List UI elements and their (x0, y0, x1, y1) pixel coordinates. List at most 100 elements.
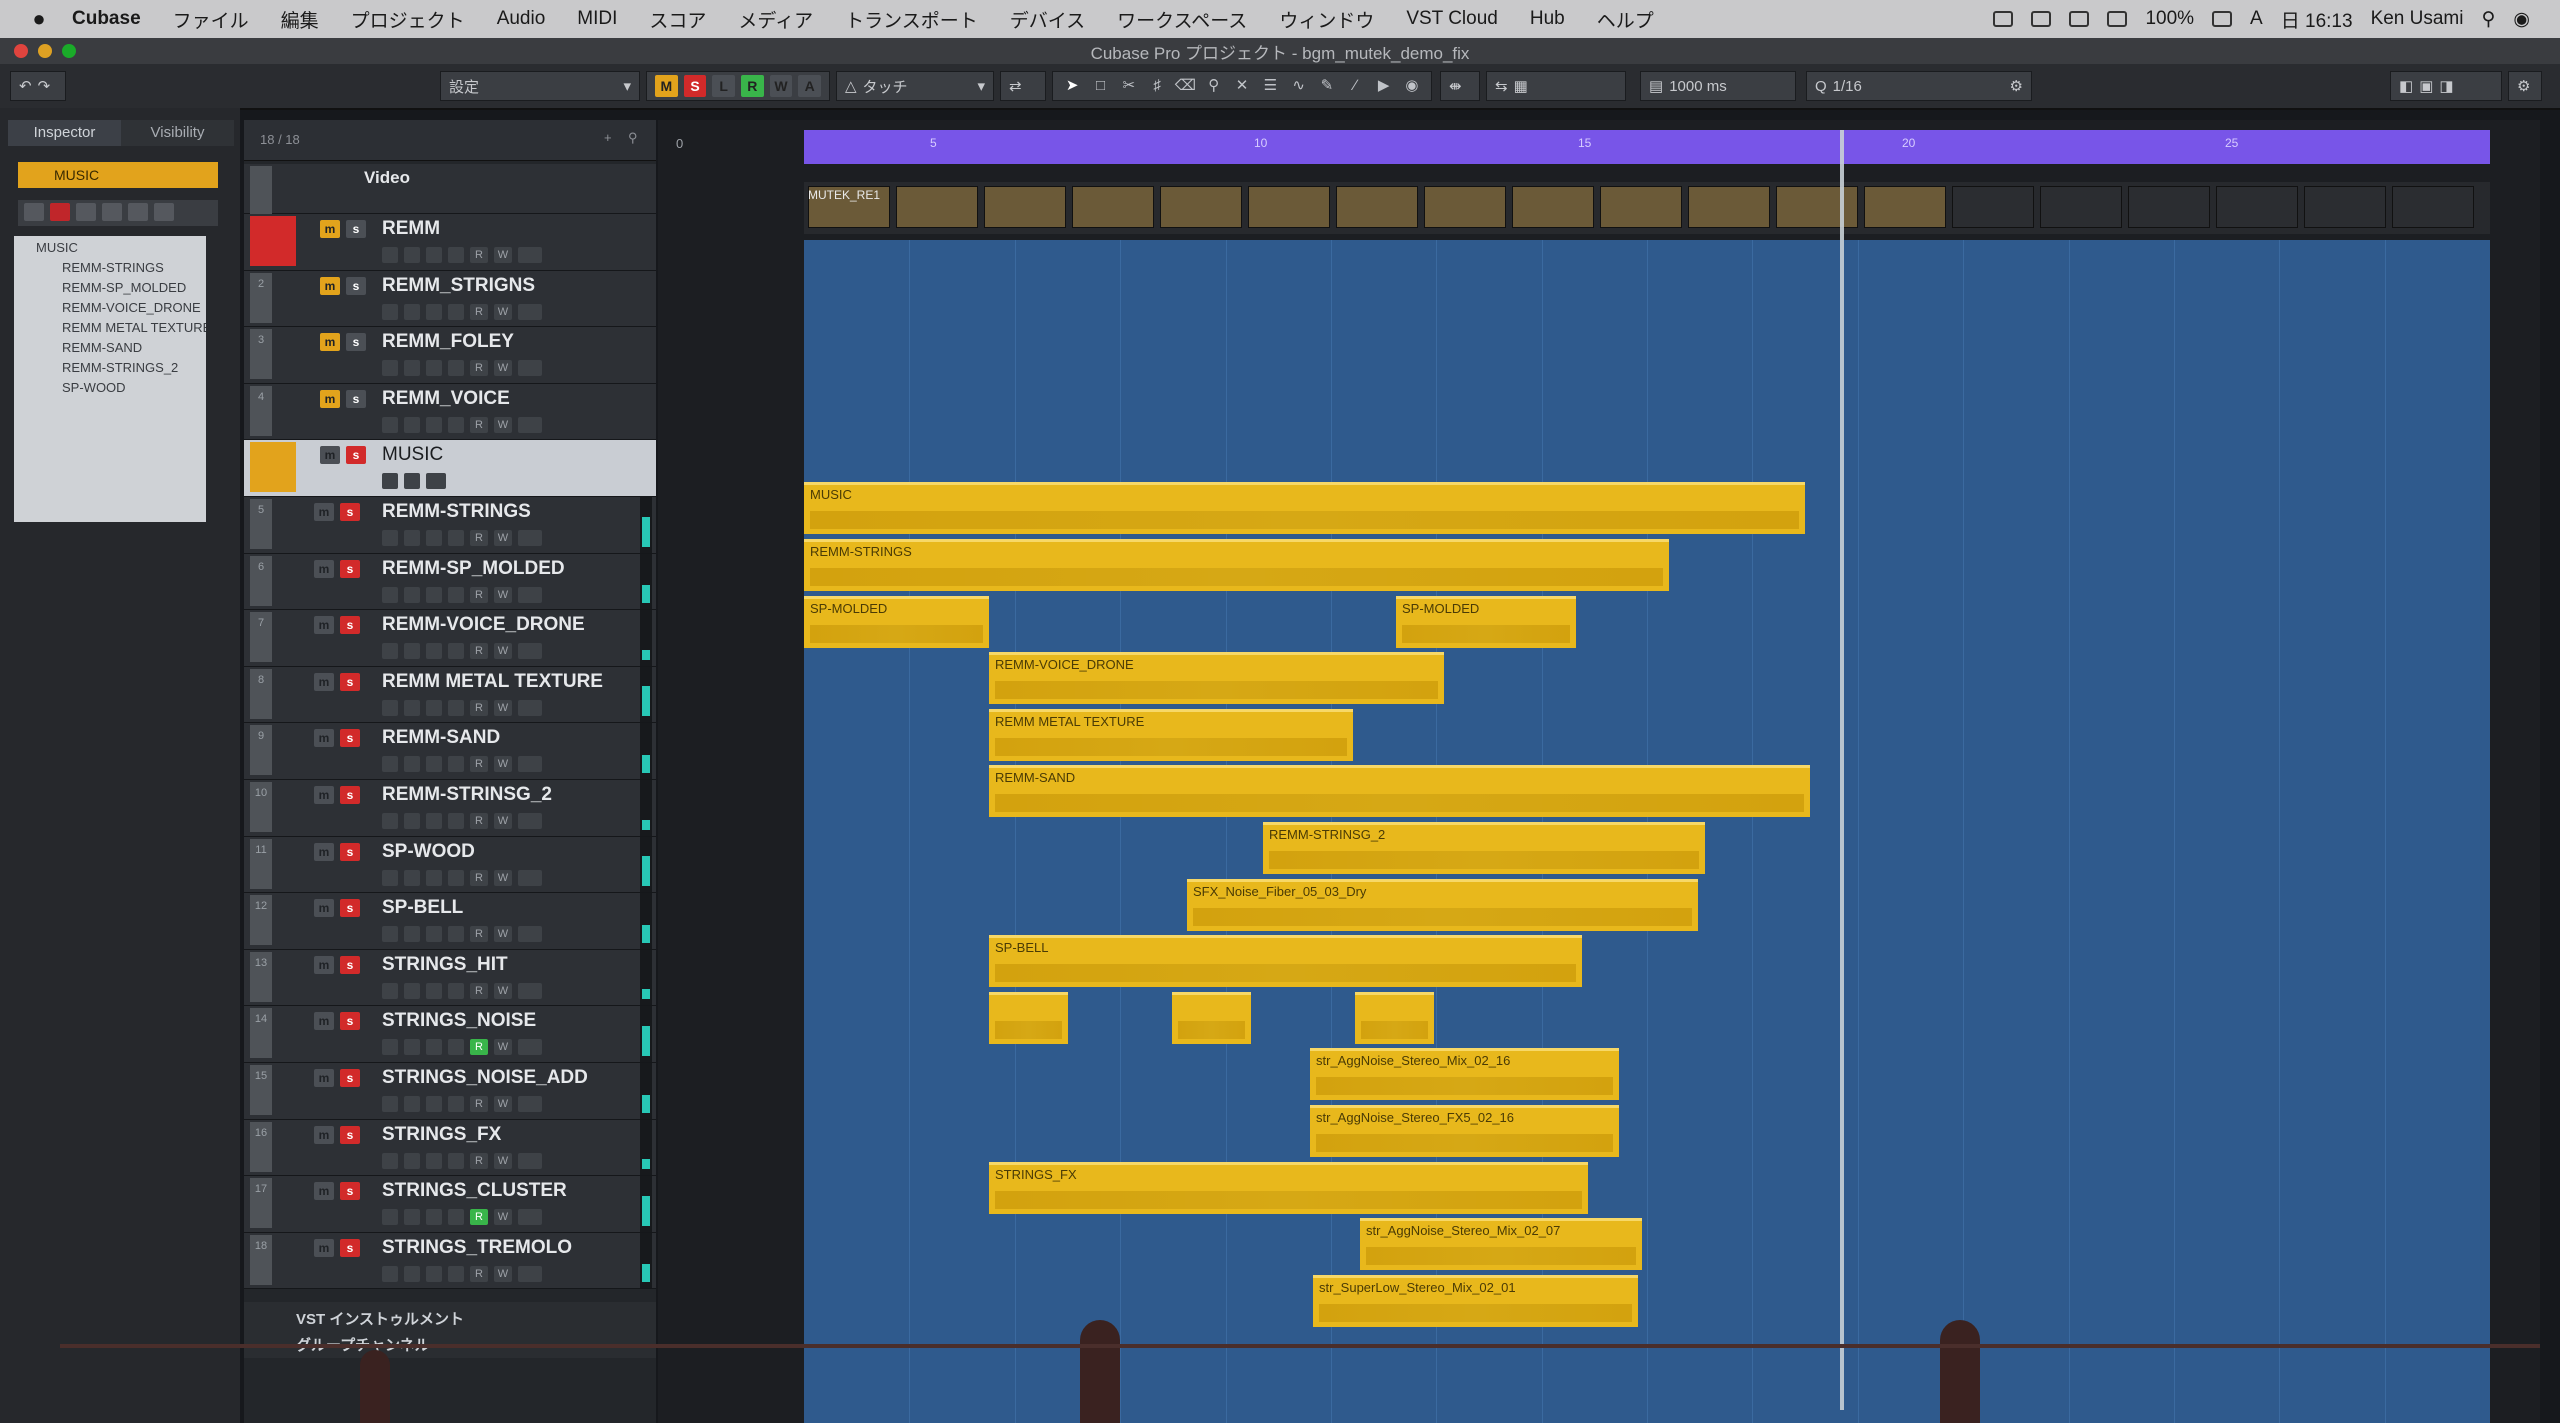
folder-item[interactable]: SP-WOOD (14, 377, 206, 397)
record-enable-icon[interactable] (382, 1039, 398, 1056)
edit-channel-button[interactable] (518, 1152, 542, 1169)
lanes-icon[interactable] (448, 1265, 464, 1282)
monitor-icon[interactable] (404, 1209, 420, 1226)
read-automation-button[interactable]: R (470, 926, 488, 943)
lanes-icon[interactable] (448, 1039, 464, 1056)
automation-mode-selector[interactable]: △ タッチ ▾ (836, 71, 994, 101)
channel-settings-icon[interactable] (426, 869, 442, 886)
mute-button[interactable]: m (320, 333, 340, 352)
mute-button[interactable]: m (314, 503, 334, 521)
track-name[interactable]: REMM-VOICE_DRONE (382, 614, 585, 636)
read-automation-button[interactable]: R (470, 869, 488, 886)
track-row-19[interactable]: 17 m s STRINGS_CLUSTER R W (244, 1176, 656, 1233)
dropbox-icon[interactable] (1993, 11, 2014, 27)
read-automation-button[interactable]: R (470, 756, 488, 773)
monitor-icon[interactable] (404, 1039, 420, 1056)
track-name[interactable]: STRINGS_TREMOLO (382, 1237, 572, 1259)
track-row-17[interactable]: 15 m s STRINGS_NOISE_ADD R W (244, 1063, 656, 1120)
monitor-icon[interactable] (404, 982, 420, 999)
audio-event[interactable]: REMM-SAND (989, 765, 1810, 817)
spotlight-icon[interactable]: ⚲ (2481, 8, 2495, 31)
edit-channel-button[interactable] (518, 1265, 542, 1282)
solo-button[interactable]: s (340, 899, 360, 918)
track-row-8[interactable]: 6 m s REMM-SP_MOLDED R W (244, 553, 656, 611)
monitor-icon[interactable] (404, 926, 420, 943)
range-selection-tool-icon[interactable]: □ (1089, 75, 1111, 97)
solo-button[interactable]: s (346, 276, 366, 295)
lanes-icon[interactable] (448, 869, 464, 886)
edit-channel-button[interactable] (518, 869, 542, 886)
track-name[interactable]: REMM-STRINSG_2 (382, 784, 552, 806)
quantize-settings-icon[interactable]: ⚙ (2010, 77, 2023, 95)
solo-button[interactable]: s (346, 446, 366, 465)
mute-button[interactable]: m (314, 1012, 334, 1031)
menu-help[interactable]: ヘルプ (1581, 6, 1670, 33)
read-automation-button[interactable]: R (470, 416, 488, 433)
mute-button[interactable]: m (314, 1182, 334, 1201)
monitor-icon[interactable] (404, 416, 420, 433)
monitor-icon[interactable] (404, 699, 420, 716)
play-tool-icon[interactable]: ▶ (1372, 75, 1394, 97)
track-name[interactable]: MUSIC (382, 444, 443, 466)
monitor-icon[interactable] (404, 360, 420, 377)
edit-channel-button[interactable] (518, 699, 542, 716)
track-row-4[interactable]: 3 m s REMM_FOLEY R W (244, 327, 656, 384)
solo-button[interactable]: s (340, 503, 360, 521)
color-tool-icon[interactable]: ◉ (1401, 75, 1423, 97)
menu-transport[interactable]: トランスポート (829, 6, 994, 33)
edit-channel-button[interactable] (518, 813, 542, 829)
track-row-9[interactable]: 7 m s REMM-VOICE_DRONE R W (244, 610, 656, 667)
channel-settings-icon[interactable] (426, 643, 442, 660)
write-automation-button[interactable]: W (494, 1152, 512, 1169)
lanes-icon[interactable] (448, 530, 464, 546)
tab-visibility[interactable]: Visibility (121, 120, 234, 146)
audio-event[interactable]: REMM-VOICE_DRONE (989, 652, 1444, 704)
write-automation-button[interactable]: W (494, 926, 512, 943)
audio-event[interactable]: REMM-STRINSG_2 (1263, 822, 1705, 874)
input-source[interactable]: A (2250, 8, 2263, 30)
track-row-16[interactable]: 14 m s STRINGS_NOISE R W (244, 1006, 656, 1063)
track-row-3[interactable]: 2 m s REMM_STRIGNS R W (244, 270, 656, 328)
edit-channel-button[interactable] (518, 1096, 542, 1112)
solo-all-button[interactable]: S (683, 75, 707, 97)
project-cursor[interactable] (1840, 130, 1844, 1410)
write-automation-button[interactable]: W (494, 1096, 512, 1112)
audio-event[interactable]: str_AggNoise_Stereo_FX5_02_16 (1310, 1105, 1619, 1157)
channel-settings-icon[interactable] (426, 1096, 442, 1112)
write-automation-button[interactable]: W (494, 869, 512, 886)
write-automation-button[interactable]: W (494, 416, 512, 433)
read-automation-button[interactable]: R (470, 1152, 488, 1169)
left-zone-icon[interactable]: ◧ (2399, 77, 2413, 95)
window-zones[interactable]: ◧ ▣ ◨ (2390, 71, 2502, 101)
lanes-icon[interactable] (448, 813, 464, 829)
edit-channel-button[interactable] (518, 1209, 542, 1226)
solo-button[interactable]: s (340, 842, 360, 861)
read-automation-button[interactable]: R (470, 1096, 488, 1112)
inspector-folder-button[interactable] (154, 203, 174, 221)
record-enable-icon[interactable] (382, 699, 398, 716)
search-icon[interactable]: ⚲ (628, 130, 638, 146)
audio-event[interactable]: SP-BELL (989, 935, 1582, 987)
write-automation-button[interactable]: W (494, 1265, 512, 1282)
mute-button[interactable]: m (314, 616, 334, 635)
track-name[interactable]: REMM_STRIGNS (382, 275, 535, 297)
track-name[interactable]: SP-WOOD (382, 841, 475, 863)
folder-item[interactable]: REMM-STRINGS_2 (14, 357, 206, 377)
comp-tool-icon[interactable]: ☰ (1259, 75, 1281, 97)
track-name[interactable]: STRINGS_FX (382, 1124, 501, 1146)
mute-button[interactable]: m (314, 1069, 334, 1087)
lanes-icon[interactable] (448, 303, 464, 320)
track-row-2[interactable]: m s REMM R W (244, 214, 656, 271)
add-track-icon[interactable]: + (604, 130, 612, 145)
channel-settings-icon[interactable] (426, 982, 442, 999)
object-selection-tool-icon[interactable]: ➤ (1061, 75, 1083, 97)
edit-channel-button[interactable] (518, 756, 542, 773)
monitor-icon[interactable] (404, 813, 420, 829)
mute-button[interactable]: m (320, 446, 340, 465)
edit-channel-button[interactable] (518, 926, 542, 943)
track-name[interactable]: REMM_VOICE (382, 388, 510, 410)
draw-tool-icon[interactable]: ✎ (1316, 75, 1338, 97)
menu-score[interactable]: スコア (633, 6, 722, 33)
read-automation-button[interactable]: R (470, 643, 488, 660)
read-automation-button[interactable]: R (470, 586, 488, 603)
